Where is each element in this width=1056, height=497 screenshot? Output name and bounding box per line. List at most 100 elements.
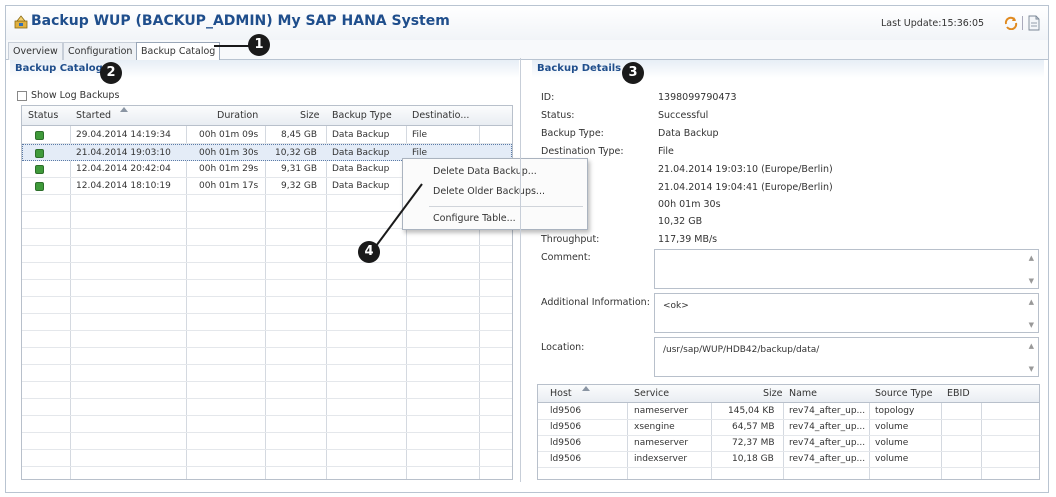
duration-value: 00h 01m 30s [658,199,721,210]
host-cell: ld9506 [550,438,582,448]
backup-catalog-header: Backup Catalog [10,60,519,78]
column-header-name[interactable]: Name [789,388,817,399]
last-update-text: Last Update:15:36:05 [881,18,985,29]
callout-4: 4 [358,241,380,263]
column-header-size[interactable]: Size [300,110,320,121]
column-header-backup-type[interactable]: Backup Type [332,110,392,121]
column-header-destination[interactable]: Destinatio... [412,110,469,121]
column-header-host[interactable]: Host [550,388,572,399]
status-success-icon [35,131,44,140]
column-header-size[interactable]: Size [763,388,783,399]
empty-row [22,331,512,348]
table-row[interactable]: ld9506 indexserver 10,18 GB rev74_after_… [538,452,1039,468]
scroll-up-icon[interactable]: ▲ [1029,254,1034,262]
toolbar-separator [1022,16,1023,30]
backup-type-value: Data Backup [658,128,719,139]
throughput-value: 117,39 MB/s [658,234,718,245]
callout-1-line [214,45,250,47]
name-cell: rev74_after_up... [789,422,866,432]
destination-cell: File [412,130,428,140]
service-cell: indexserver [634,454,688,464]
show-log-backups-checkbox[interactable] [17,91,27,101]
started-value: 21.04.2014 19:03:10 (Europe/Berlin) [658,164,833,175]
column-header-source-type[interactable]: Source Type [875,388,932,399]
column-header-duration[interactable]: Duration [217,110,258,121]
size-cell: 10,18 GB [732,454,774,464]
scroll-down-icon[interactable]: ▼ [1029,321,1034,329]
size-cell: 9,32 GB [281,181,318,191]
additional-information-value: <ok> [663,301,689,311]
duration-cell: 00h 01m 30s [199,148,259,158]
destination-type-value: File [658,146,674,157]
empty-row [22,229,512,246]
refresh-icon[interactable] [1004,16,1018,30]
empty-row [22,399,512,416]
scroll-down-icon[interactable]: ▼ [1029,365,1034,373]
empty-row [22,246,512,263]
menu-item-configure-table[interactable]: Configure Table... [433,213,516,224]
status-success-icon [35,165,44,174]
column-header-started[interactable]: Started [76,110,111,121]
callout-3: 3 [622,62,644,84]
duration-cell: 00h 01m 09s [199,130,259,140]
name-cell: rev74_after_up... [789,454,866,464]
size-cell: 9,31 GB [281,164,318,174]
table-row[interactable]: ld9506 nameserver 145,04 KB rev74_after_… [538,404,1039,420]
source-type-cell: volume [875,454,909,464]
status-success-icon [35,149,44,158]
editor-tabs: Overview Configuration Backup Catalog [6,40,1048,61]
menu-item-delete-older-backups[interactable]: Delete Older Backups... [433,186,545,197]
title-bar: Backup WUP (BACKUP_ADMIN) My SAP HANA Sy… [6,6,1048,40]
table-row[interactable]: ld9506 xsengine 64,57 MB rev74_after_up.… [538,420,1039,436]
service-cell: nameserver [634,406,689,416]
tab-overview[interactable]: Overview [8,42,63,60]
scroll-up-icon[interactable]: ▲ [1029,298,1034,306]
backup-catalog-header-row: Status Started Duration Size Backup Type… [22,106,512,126]
source-type-cell: volume [875,422,909,432]
size-cell: 64,57 MB [732,422,775,432]
size-value: 10,32 GB [658,216,703,227]
empty-row [22,263,512,280]
host-cell: ld9506 [550,454,582,464]
callout-2: 2 [100,62,122,84]
empty-row [22,416,512,433]
location-value: /usr/sap/WUP/HDB42/backup/data/ [663,345,820,355]
menu-item-delete-data-backup[interactable]: Delete Data Backup... [433,166,537,177]
location-field[interactable]: /usr/sap/WUP/HDB42/backup/data/ ▲ ▼ [654,337,1039,377]
started-cell: 21.04.2014 19:03:10 [76,148,171,158]
backup-type-label: Backup Type: [541,128,604,139]
show-log-backups-label: Show Log Backups [31,90,120,101]
column-header-service[interactable]: Service [634,388,669,399]
empty-row [22,314,512,331]
scroll-down-icon[interactable]: ▼ [1029,277,1034,285]
name-cell: rev74_after_up... [789,438,866,448]
empty-row [22,280,512,297]
comment-field[interactable]: ▲ ▼ [654,249,1039,289]
document-icon[interactable] [1027,15,1041,31]
panel-divider [520,58,521,482]
duration-cell: 00h 01m 17s [199,181,259,191]
sort-ascending-icon [120,107,128,112]
name-cell: rev74_after_up... [789,406,866,416]
size-cell: 8,45 GB [281,130,318,140]
column-header-status[interactable]: Status [28,110,58,121]
tab-backup-catalog[interactable]: Backup Catalog [136,42,221,61]
scroll-up-icon[interactable]: ▲ [1029,342,1034,350]
additional-information-field[interactable]: <ok> ▲ ▼ [654,293,1039,333]
started-cell: 12.04.2014 18:10:19 [76,181,171,191]
sort-ascending-icon [582,386,590,391]
column-header-ebid[interactable]: EBID [947,388,970,399]
tab-configuration[interactable]: Configuration [63,42,138,60]
empty-row [22,348,512,365]
table-row[interactable]: ld9506 nameserver 72,37 MB rev74_after_u… [538,436,1039,452]
empty-row [22,382,512,399]
backup-details-header: Backup Details [532,60,1044,78]
page-title: Backup WUP (BACKUP_ADMIN) My SAP HANA Sy… [31,13,450,29]
table-row[interactable]: 29.04.2014 14:19:34 00h 01m 09s 8,45 GB … [22,127,512,144]
size-cell: 10,32 GB [275,148,317,158]
comment-label: Comment: [541,252,591,263]
status-label: Status: [541,110,575,121]
backup-icon [14,15,28,29]
size-cell: 72,37 MB [732,438,775,448]
empty-row [22,297,512,314]
